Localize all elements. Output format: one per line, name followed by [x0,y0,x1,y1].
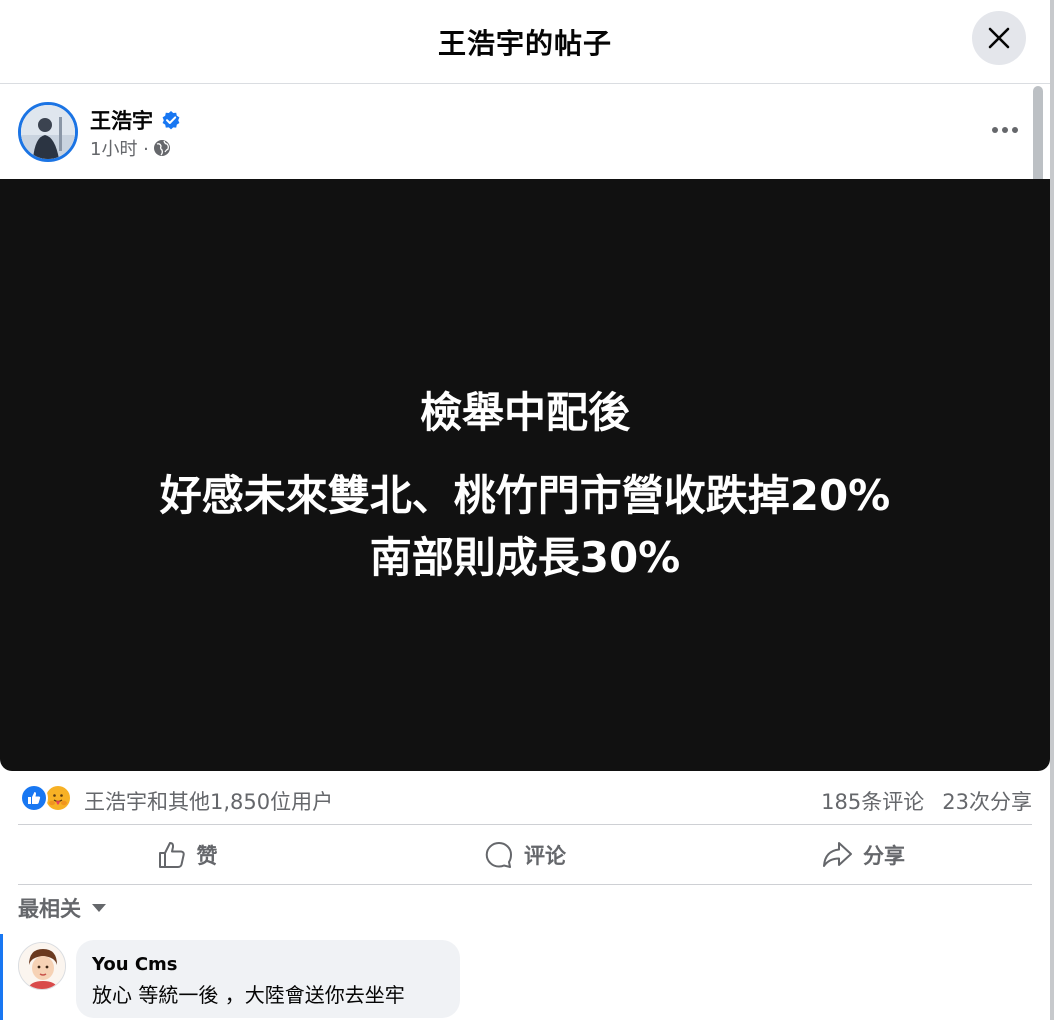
dialog-title: 王浩宇的帖子 [437,27,612,60]
image-text-line2: 好感未來雙北、桃竹門市營收跌掉20% [159,471,891,520]
globe-icon [153,140,170,156]
like-button[interactable]: 赞 [18,826,356,884]
post-meta: 1小时 · [90,135,171,161]
post-time[interactable]: 1小时 · [90,135,149,161]
comment-icon [485,842,512,868]
verified-badge-icon [162,111,180,130]
more-options-icon [992,127,1018,133]
image-text-line1: 檢舉中配後 [419,388,630,437]
image-text-line3: 南部則成長30% [369,533,681,582]
divider [18,884,1032,885]
caret-down-icon [92,904,106,912]
comment-author[interactable]: You Cms [92,954,444,975]
reactors-summary[interactable]: 王浩宇和其他1,850位用户 [84,786,333,816]
more-options-button[interactable] [984,115,1026,145]
share-icon [823,842,852,867]
share-button[interactable]: 分享 [694,826,1032,884]
sort-label: 最相关 [18,897,81,921]
thumbs-up-icon [158,842,185,868]
comment-text: 放心 等統一後 ，大陸會送你去坐牢 [92,983,405,1007]
author-avatar[interactable] [18,102,78,162]
shares-count[interactable]: 23次分享 [942,786,1032,816]
comments-count[interactable]: 185条评论 [821,786,924,816]
close-icon [988,27,1010,49]
share-label: 分享 [863,844,905,868]
post-actions: 赞 评论 分享 [18,826,1032,884]
like-label: 赞 [196,844,218,868]
divider [18,824,1032,825]
engagement-counts: 185条评论 23次分享 [821,786,1032,816]
comment-bubble: You Cms 放心 等統一後 ，大陸會送你去坐牢 [76,940,460,1018]
post-stats: 王浩宇和其他1,850位用户 185条评论 23次分享 [18,782,1032,816]
comment-button[interactable]: 评论 [356,826,694,884]
comment-highlight-bar [0,934,3,1020]
window-edge [1050,0,1054,1020]
reaction-icons[interactable] [20,784,72,812]
close-button[interactable] [972,11,1026,65]
care-reaction-icon [44,784,72,812]
commenter-avatar[interactable] [18,942,66,990]
comment-sort-dropdown[interactable]: 最相关 [18,893,107,923]
post-image[interactable]: 檢舉中配後 好感未來雙北、桃竹門市營收跌掉20% 南部則成長30% [0,179,1050,771]
like-reaction-icon [20,784,48,812]
commenter-avatar-image [19,943,65,989]
comment-label: 评论 [524,844,566,868]
avatar-photo [21,105,75,159]
author-row: 王浩宇 [90,105,181,135]
post-header: 王浩宇 1小时 · [0,85,1032,179]
dialog-header: 王浩宇的帖子 [0,0,1050,84]
author-name[interactable]: 王浩宇 [90,105,153,135]
